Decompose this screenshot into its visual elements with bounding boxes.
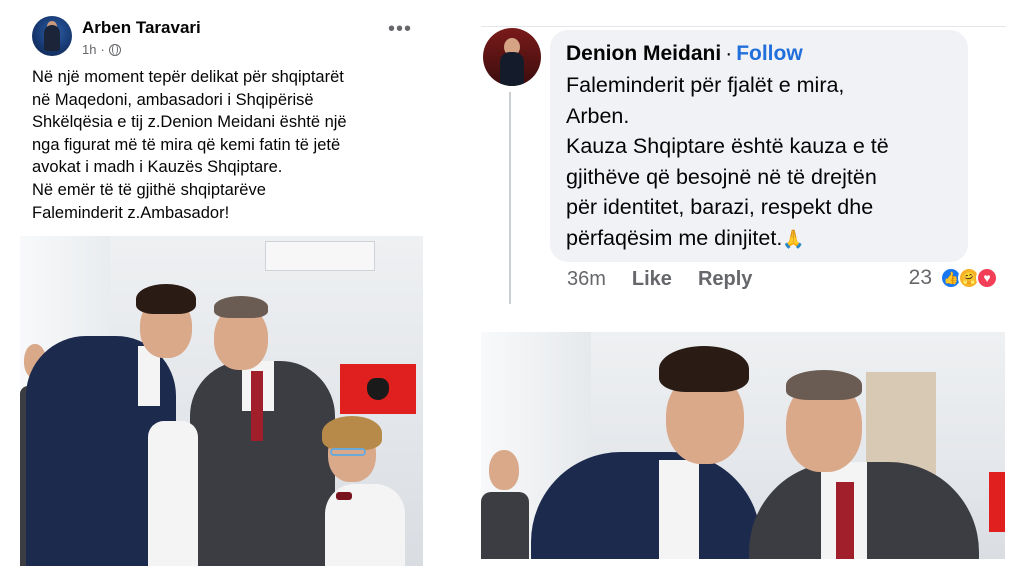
commenter-name[interactable]: Denion Meidani	[566, 42, 721, 65]
grey-man-tie	[836, 482, 854, 559]
grey-man-hair	[786, 370, 862, 400]
facebook-post: Arben Taravari 1h · ••• Në një moment te…	[18, 6, 423, 566]
comment-actions: 36m Like Reply	[567, 268, 752, 291]
post-text: Në një moment tepër delikat për shqiptar…	[32, 68, 347, 222]
child-glasses	[330, 448, 366, 456]
commenter-avatar[interactable]	[483, 28, 541, 86]
grey-man-hair	[214, 296, 268, 318]
love-icon: ♥	[976, 267, 998, 289]
thread-line	[509, 92, 511, 304]
air-conditioner	[265, 241, 375, 271]
post-header: Arben Taravari 1h · •••	[32, 12, 412, 60]
comment-bubble: Denion Meidani · Follow Faleminderit për f…	[550, 30, 968, 262]
author-name[interactable]: Arben Taravari	[82, 18, 201, 38]
background-face	[489, 450, 519, 490]
post-time[interactable]: 1h	[82, 42, 96, 57]
comment-header: Denion Meidani · Follow	[566, 41, 952, 67]
follow-button[interactable]: Follow	[736, 42, 803, 65]
reaction-count: 23	[908, 266, 932, 289]
comment-text: Faleminderit për fjalët e mira, Arben. K…	[566, 70, 952, 254]
reaction-summary[interactable]: 23 👍 🤗 ♥	[909, 266, 998, 290]
meta-dot: ·	[100, 42, 105, 57]
globe-icon[interactable]	[108, 43, 121, 56]
reply-button[interactable]: Reply	[698, 268, 752, 291]
navy-man-hair	[136, 284, 196, 314]
albanian-flag-edge	[989, 472, 1005, 532]
like-button[interactable]: Like	[632, 268, 672, 291]
folded-hands-icon: 🙏	[782, 228, 805, 249]
comment: Denion Meidani · Follow Faleminderit për f…	[481, 28, 1006, 318]
name-separator: ·	[725, 42, 733, 65]
comment-time[interactable]: 36m	[567, 268, 606, 291]
author-avatar[interactable]	[32, 16, 72, 56]
more-horizontal-icon[interactable]: •••	[388, 18, 412, 41]
child-hair	[322, 416, 382, 450]
shirt-collar	[659, 460, 699, 559]
background-person	[481, 492, 529, 559]
post-meta: 1h ·	[82, 42, 121, 57]
grey-man-tie	[251, 371, 263, 441]
top-divider	[481, 26, 1006, 27]
albanian-flag	[340, 364, 416, 414]
post-photo[interactable]	[20, 236, 423, 566]
comment-body: Faleminderit për fjalët e mira, Arben. K…	[566, 73, 889, 250]
avatar-figure	[44, 25, 60, 51]
comment-photo[interactable]	[481, 332, 1005, 559]
woman-white-outfit	[148, 421, 198, 566]
navy-man-hair	[659, 346, 749, 392]
child-bow-tie	[336, 492, 352, 500]
avatar-figure	[500, 52, 524, 86]
flag-eagle	[367, 378, 389, 400]
